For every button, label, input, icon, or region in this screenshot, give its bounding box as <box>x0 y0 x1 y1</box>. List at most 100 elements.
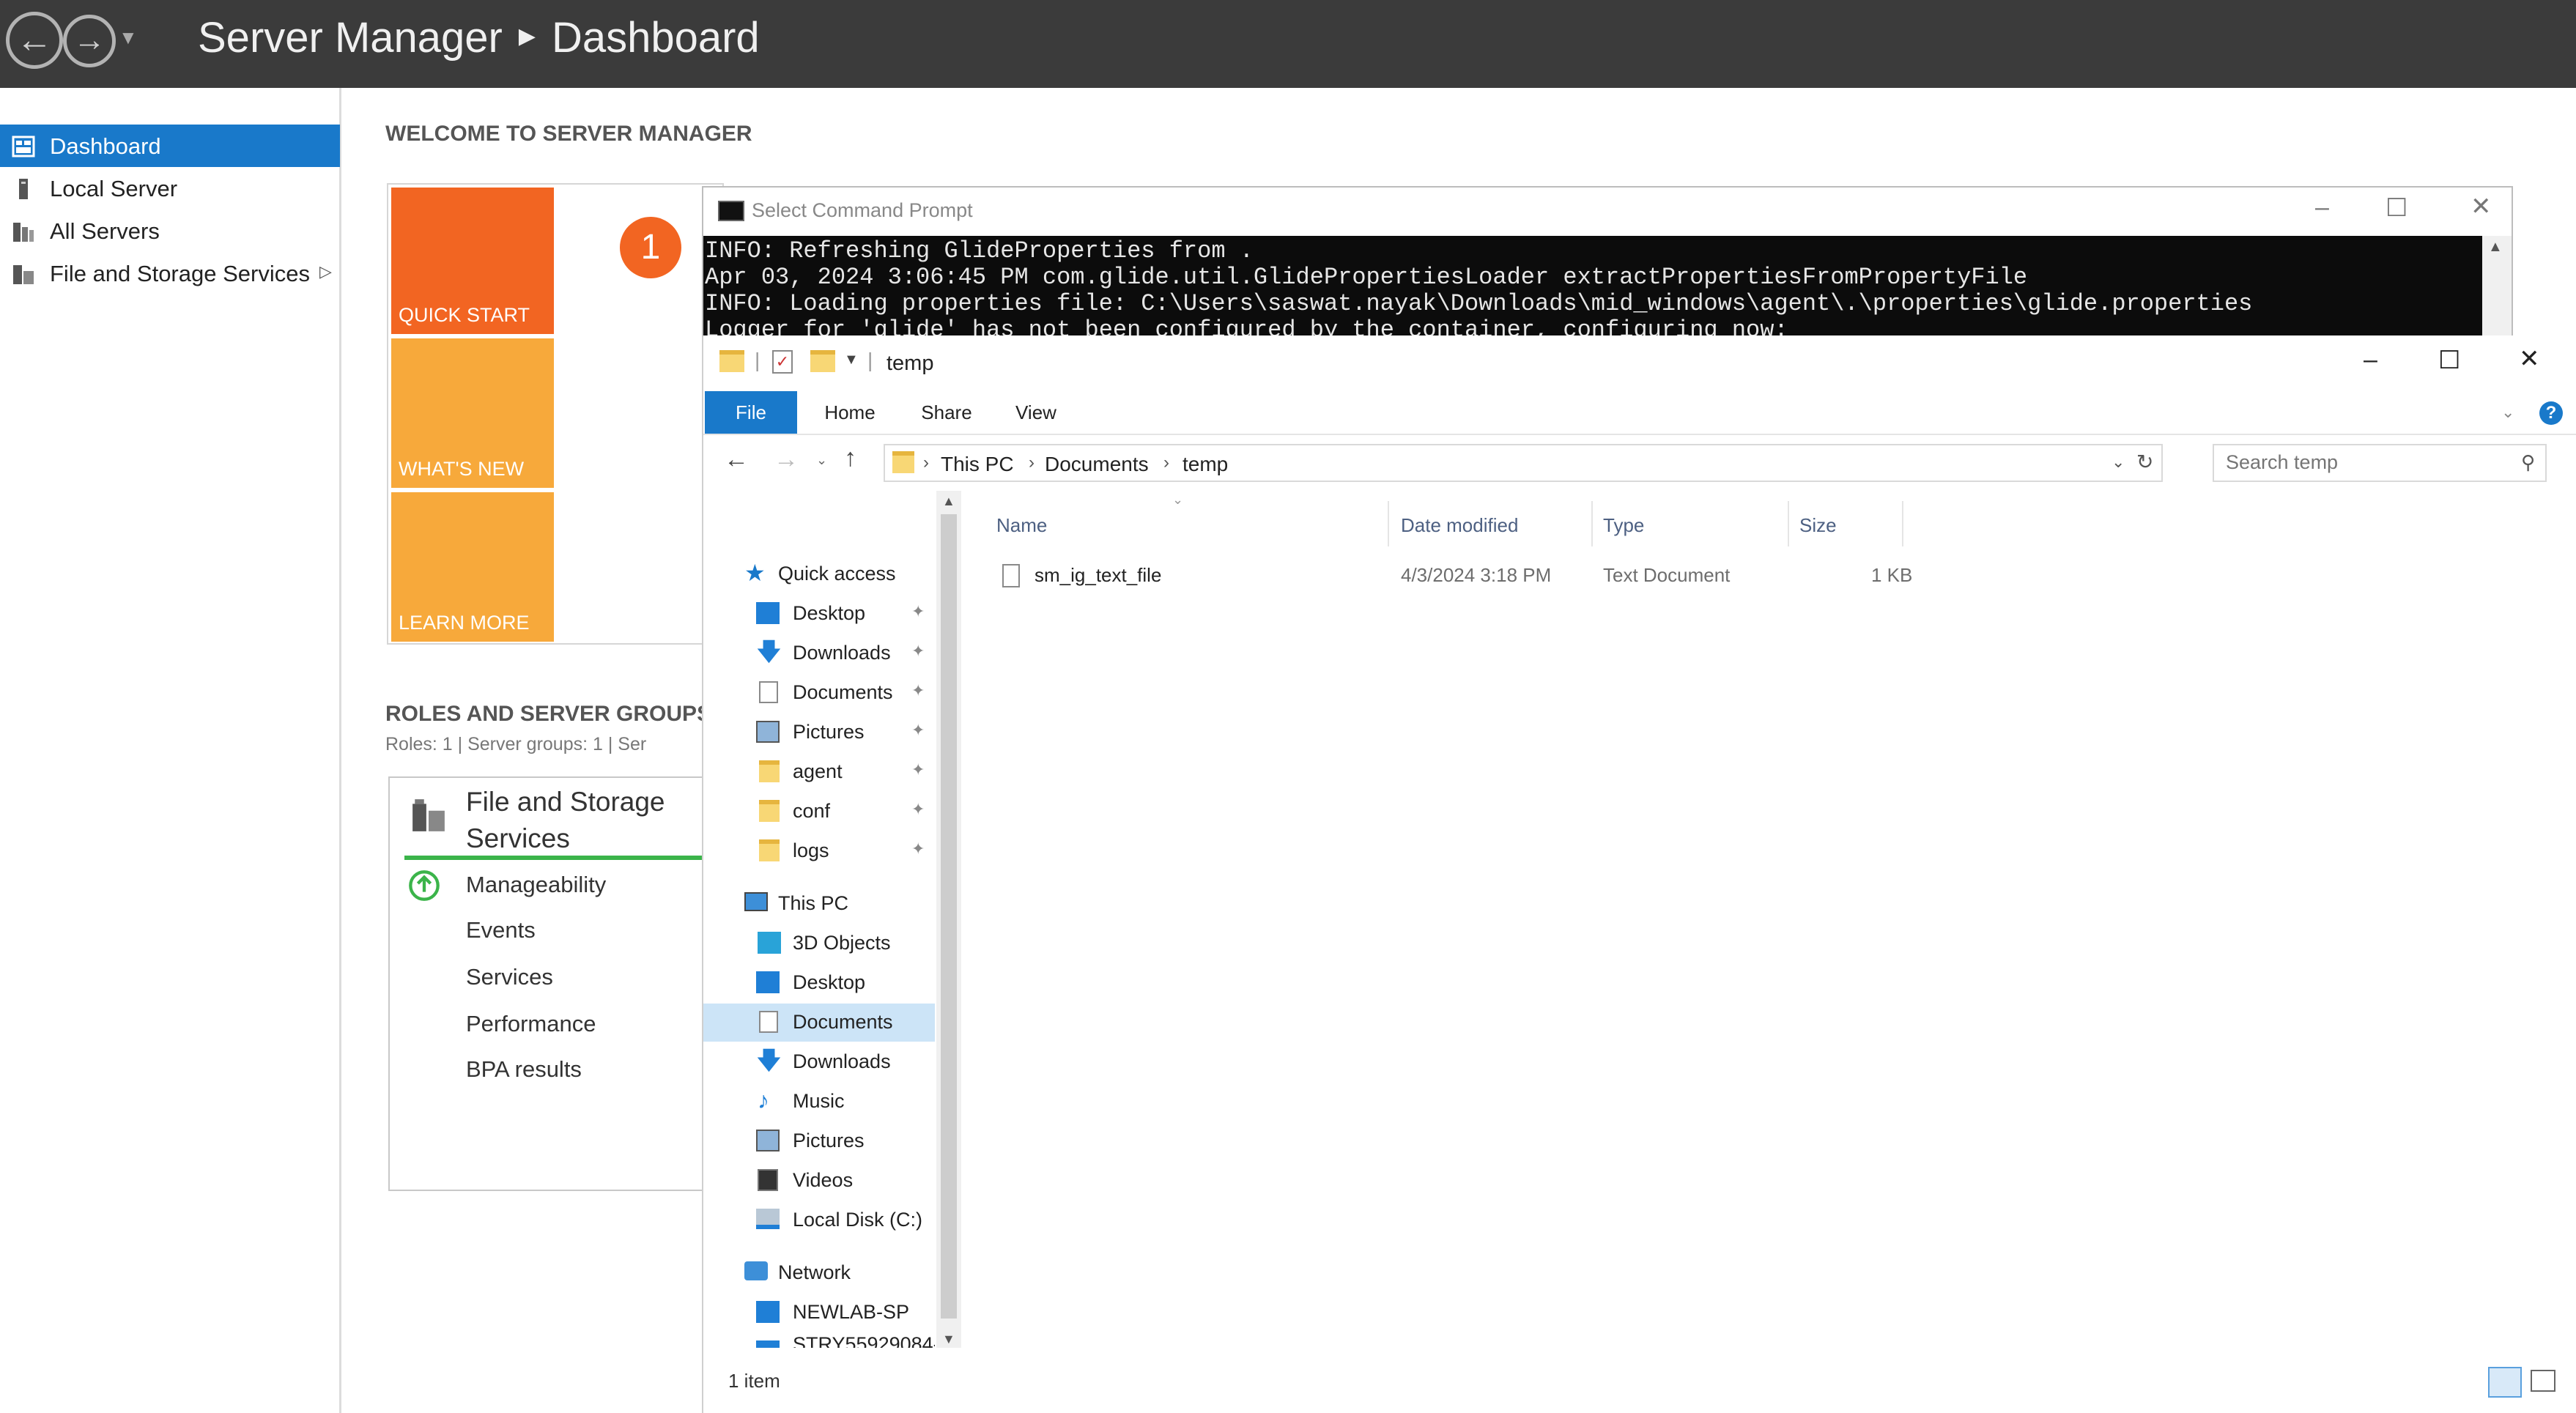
nav-item-documents-pc[interactable]: Documents <box>703 1004 935 1042</box>
table-row[interactable]: sm_ig_text_file 4/3/2024 3:18 PM Text Do… <box>961 491 1914 587</box>
address-bar[interactable]: › This PC › Documents › temp ⌄ ↻ <box>884 444 2163 482</box>
column-divider[interactable] <box>1788 501 1789 546</box>
nav-item-local-disk[interactable]: Local Disk (C:) <box>703 1201 935 1239</box>
forward-arrow-icon[interactable]: → <box>774 445 799 474</box>
minimize-icon[interactable]: – <box>2315 193 2329 222</box>
nav-item-conf[interactable]: conf ✦ <box>703 793 935 831</box>
nav-item-music[interactable]: ♪ Music <box>703 1083 935 1121</box>
close-icon[interactable]: ✕ <box>2470 192 2492 221</box>
role-card-title[interactable]: File and Storage Services <box>466 784 686 857</box>
tab-file[interactable]: File <box>705 391 797 434</box>
minimize-icon[interactable]: – <box>2364 346 2377 374</box>
address-dropdown-icon[interactable]: ⌄ <box>2111 453 2125 472</box>
file-explorer-window[interactable]: | ✓ ▼ | temp – ☐ ✕ File Home Share View … <box>702 335 2576 1413</box>
column-header-size[interactable]: Size <box>1799 514 1837 537</box>
pin-icon[interactable]: ✦ <box>911 839 925 858</box>
expand-arrow-icon[interactable]: ▷ <box>319 262 332 281</box>
scroll-up-icon[interactable]: ▲ <box>2488 239 2503 256</box>
scrollbar-thumb[interactable] <box>941 514 957 1319</box>
nav-item-newlab-sp[interactable]: NEWLAB-SP <box>703 1294 935 1332</box>
column-header-type[interactable]: Type <box>1603 514 1644 537</box>
pin-icon[interactable]: ✦ <box>911 642 925 661</box>
nav-network[interactable]: Network <box>703 1254 935 1292</box>
role-row-manageability[interactable]: Manageability <box>466 872 606 898</box>
search-input[interactable] <box>2226 445 2504 479</box>
maximize-icon[interactable]: ☐ <box>2438 346 2460 375</box>
breadcrumb-temp[interactable]: temp <box>1182 453 1228 476</box>
tab-home[interactable]: Home <box>813 391 887 434</box>
new-folder-icon[interactable] <box>810 350 835 372</box>
nav-item-videos[interactable]: Videos <box>703 1162 935 1200</box>
tile-whats-new[interactable]: WHAT'S NEW <box>391 338 554 488</box>
column-divider[interactable] <box>1388 501 1389 546</box>
column-header-name[interactable]: Name <box>996 514 1047 537</box>
quick-access-toolbar-dropdown-icon[interactable]: ▼ <box>844 352 859 368</box>
sidebar-item-dashboard[interactable]: Dashboard <box>0 125 340 167</box>
sort-indicator-icon: ⌄ <box>1172 492 1184 507</box>
back-arrow-icon[interactable]: ← <box>724 445 749 474</box>
sidebar-item-file-storage[interactable]: File and Storage Services ▷ <box>0 252 340 294</box>
help-icon[interactable]: ? <box>2539 401 2563 425</box>
nav-item-documents[interactable]: Documents ✦ <box>703 674 935 712</box>
cmd-output[interactable]: INFO: Refreshing GlideProperties from . … <box>703 236 2485 341</box>
nav-item-logs[interactable]: logs ✦ <box>703 832 935 870</box>
cmd-line: Apr 03, 2024 3:06:45 PM com.glide.util.G… <box>705 264 2028 291</box>
cmd-scrollbar[interactable]: ▲ <box>2482 236 2512 341</box>
nav-item-downloads[interactable]: 🡇 Downloads ✦ <box>703 634 935 672</box>
refresh-icon[interactable]: ↻ <box>2136 450 2153 474</box>
pin-icon[interactable]: ✦ <box>911 800 925 819</box>
nav-item-pictures-pc[interactable]: Pictures <box>703 1122 935 1160</box>
tab-share[interactable]: Share <box>910 391 983 434</box>
pin-icon[interactable]: ✦ <box>911 760 925 779</box>
star-icon: ★ <box>744 560 766 586</box>
role-card-file-storage[interactable]: File and Storage Services Manageability … <box>388 776 712 1191</box>
cmd-title: Select Command Prompt <box>752 199 973 221</box>
nav-quick-access[interactable]: ★ Quick access <box>703 555 935 593</box>
role-row-services[interactable]: Services <box>466 964 553 990</box>
tile-label: WHAT'S NEW <box>399 458 525 480</box>
pin-icon[interactable]: ✦ <box>911 721 925 740</box>
column-divider[interactable] <box>1591 501 1593 546</box>
tile-learn-more[interactable]: LEARN MORE <box>391 492 554 642</box>
role-row-bpa-results[interactable]: BPA results <box>466 1056 582 1083</box>
expand-ribbon-icon[interactable]: ⌄ <box>2501 403 2514 422</box>
sidebar-item-all-servers[interactable]: All Servers <box>0 209 340 252</box>
close-icon[interactable]: ✕ <box>2519 344 2540 374</box>
nav-item-agent[interactable]: agent ✦ <box>703 753 935 791</box>
up-arrow-icon[interactable]: ↑ <box>844 444 856 472</box>
properties-icon[interactable]: ✓ <box>772 350 793 374</box>
file-name[interactable]: sm_ig_text_file <box>1035 564 1161 587</box>
pin-icon[interactable]: ✦ <box>911 681 925 700</box>
scroll-down-icon[interactable]: ▼ <box>942 1332 955 1347</box>
file-list[interactable]: ⌄ Name Date modified Type Size sm_ig_tex… <box>961 491 2576 1348</box>
column-header-date[interactable]: Date modified <box>1401 514 1518 537</box>
breadcrumb-documents[interactable]: Documents <box>1045 453 1149 476</box>
sidebar-item-local-server[interactable]: Local Server <box>0 167 340 209</box>
role-row-performance[interactable]: Performance <box>466 1011 596 1037</box>
column-divider[interactable] <box>1902 501 1903 546</box>
search-icon[interactable]: ⚲ <box>2521 451 2535 474</box>
details-view-icon[interactable] <box>2488 1367 2522 1398</box>
nav-item-downloads-pc[interactable]: 🡇 Downloads <box>703 1043 935 1081</box>
nav-item-pictures[interactable]: Pictures ✦ <box>703 713 935 752</box>
nav-this-pc[interactable]: This PC <box>703 885 935 923</box>
scroll-up-icon[interactable]: ▲ <box>942 494 955 509</box>
command-prompt-window[interactable]: Select Command Prompt – ☐ ✕ INFO: Refres… <box>702 186 2513 341</box>
nav-pane-scrollbar[interactable]: ▲ ▼ <box>936 491 961 1355</box>
forward-arrow-icon[interactable]: → <box>63 15 116 67</box>
tile-quick-start[interactable]: QUICK START <box>391 188 554 334</box>
nav-item-3d-objects[interactable]: 3D Objects <box>703 924 935 963</box>
back-arrow-icon[interactable]: ← <box>6 12 63 69</box>
large-icons-view-icon[interactable] <box>2531 1370 2555 1392</box>
maximize-icon[interactable]: ☐ <box>2386 193 2407 223</box>
history-dropdown-icon[interactable]: ▼ <box>119 26 138 49</box>
recent-locations-icon[interactable]: ⌄ <box>816 453 827 468</box>
breadcrumb-this-pc[interactable]: This PC <box>941 453 1014 476</box>
tab-view[interactable]: View <box>999 391 1073 434</box>
role-row-events[interactable]: Events <box>466 917 536 943</box>
nav-item-desktop-pc[interactable]: Desktop <box>703 964 935 1002</box>
cmd-line: INFO: Refreshing GlideProperties from . <box>705 237 1254 264</box>
nav-item-desktop[interactable]: Desktop ✦ <box>703 595 935 633</box>
search-box[interactable]: ⚲ <box>2213 444 2547 482</box>
pin-icon[interactable]: ✦ <box>911 602 925 621</box>
